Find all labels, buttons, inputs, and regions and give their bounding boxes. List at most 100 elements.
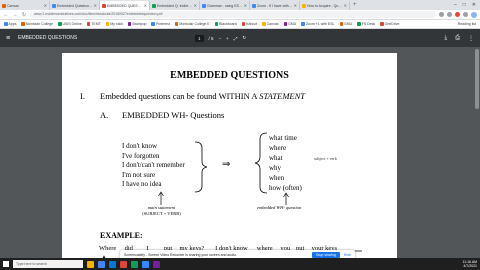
forward-button[interactable]: → [12, 12, 18, 18]
close-tab-icon[interactable]: ✕ [94, 3, 97, 8]
bookmark-item[interactable]: GMU [339, 22, 352, 26]
tab-strip: Canvas✕ Embedded Questions - Gramm✕ EMBE… [0, 0, 480, 10]
wh-word: when [269, 174, 285, 182]
extension-icon[interactable] [447, 12, 452, 17]
wh-word-list: what time where what why when how (often… [269, 133, 302, 193]
close-window-button[interactable]: ✕ [472, 1, 476, 10]
bookmark-label: OneDrive [384, 22, 400, 26]
window-controls: – □ ✕ [454, 1, 480, 10]
left-brace [194, 141, 208, 193]
bookmark-item[interactable]: Brainpop [127, 22, 146, 26]
taskbar-app-icon[interactable] [142, 260, 149, 268]
clock-date: 4/7/2021 [463, 264, 477, 268]
bookmark-item[interactable]: USIS Online [58, 22, 82, 26]
bookmark-item[interactable]: Montclair College E [174, 22, 210, 26]
close-tab-icon[interactable]: ✕ [194, 3, 197, 8]
close-tab-icon[interactable]: ✕ [294, 3, 297, 8]
bookmark-label: Montclair College [25, 22, 54, 26]
rotate-icon[interactable]: ↻ [242, 35, 246, 41]
address-bar[interactable]: www.2.esldemonstratives.com/doc/tiles/ha… [30, 11, 436, 18]
page-number-input[interactable]: 1 [195, 34, 204, 42]
canvas-favicon-icon [2, 3, 6, 8]
menu-icon[interactable]: ≡ [6, 35, 16, 42]
bookmark-item[interactable]: FS Desk [357, 22, 375, 26]
minimize-button[interactable]: – [454, 1, 457, 10]
close-tab-icon[interactable]: ✕ [144, 3, 147, 8]
wh-word: where [269, 144, 287, 152]
taskbar-app-icon[interactable] [87, 260, 94, 268]
hide-button[interactable]: Hide [344, 253, 351, 257]
bookmark-favicon-icon [58, 22, 62, 26]
fit-page-icon[interactable]: ⤢ [234, 36, 238, 41]
bookmark-label: Apps [8, 22, 17, 26]
wh-word: how (often) [269, 184, 302, 192]
bookmark-item[interactable]: Canvas [262, 22, 279, 26]
taskbar-app-icon[interactable] [109, 260, 116, 268]
page-favicon-icon [52, 3, 56, 8]
zoom-out-button[interactable]: − [219, 36, 222, 41]
system-tray-clock[interactable]: 11:16 AM 4/7/2021 [462, 260, 477, 268]
taskbar-app-icon[interactable] [98, 260, 105, 268]
bookmark-label: Canvas [266, 22, 279, 26]
bookmark-favicon-icon [4, 22, 8, 26]
tab-embedded-questions-pdf[interactable]: EMBEDDED QUESTIONS✕ [100, 1, 150, 10]
new-tab-button[interactable]: + [350, 1, 360, 10]
close-tab-icon[interactable]: ✕ [244, 3, 247, 8]
tab-canvas[interactable]: Canvas ✕ [0, 1, 50, 10]
embedded-question-caption: embedded WH- question [257, 205, 302, 210]
more-options-icon[interactable]: ⋮ [468, 35, 474, 42]
taskbar-app-icon[interactable] [131, 260, 138, 268]
print-icon[interactable]: ⎙ [455, 35, 460, 42]
screencastify-icon[interactable] [455, 12, 460, 17]
bookmark-item[interactable]: Pinterest [151, 22, 170, 26]
taskbar-app-icon[interactable] [153, 260, 160, 268]
wh-word: what time [269, 134, 297, 142]
windows-start-icon[interactable] [3, 261, 9, 267]
bookmark-item[interactable]: GMU [283, 22, 296, 26]
wh-word: why [269, 164, 282, 172]
bookmark-item[interactable]: Montclair College [21, 22, 53, 26]
bookmark-item[interactable]: Zoom +1 with ESL [301, 22, 335, 26]
wh-word: what [269, 154, 283, 162]
pdf-viewer[interactable]: EMBEDDED QUESTIONS I. Embedded questions… [0, 47, 480, 258]
bookmark-favicon-icon [283, 22, 288, 26]
bookmark-favicon-icon [105, 22, 110, 26]
close-tab-icon[interactable]: ✕ [44, 3, 47, 8]
scrollbar-thumb[interactable] [475, 49, 479, 109]
close-tab-icon[interactable]: ✕ [344, 3, 347, 8]
profile-avatar[interactable] [471, 11, 477, 18]
bookmark-item[interactable]: Kahoot [241, 22, 257, 26]
bookmark-favicon-icon [301, 22, 305, 26]
bookmark-favicon-icon [174, 22, 179, 26]
page-favicon-icon [152, 3, 156, 8]
example-label: EXAMPLE: [100, 231, 143, 240]
zoom-in-button[interactable]: + [226, 36, 229, 41]
bookmark-label: Blackboard [219, 22, 237, 26]
bookmark-favicon-icon [151, 22, 155, 26]
tab-how-to-acquire[interactable]: How to Acquire - Questions✕ [300, 1, 350, 10]
pdf-favicon-icon [102, 3, 106, 8]
bookmark-item[interactable]: OneDrive [380, 22, 399, 26]
bookmark-label: Pinterest [155, 22, 170, 26]
taskbar-apps [87, 260, 160, 268]
download-icon[interactable]: ⤓ [445, 35, 448, 42]
bookmark-favicon-icon [339, 22, 344, 26]
tab-embedded-q-indirect[interactable]: Embedded Q: Indirect & Ob✕ [150, 1, 200, 10]
star-icon[interactable] [439, 12, 444, 17]
bookmark-item[interactable]: Apps [4, 22, 16, 26]
tab-grammar[interactable]: Grammar - using ESL/bigmacs✕ [200, 1, 250, 10]
bookmark-item[interactable]: Blackboard [214, 22, 237, 26]
taskbar-app-icon[interactable] [120, 260, 127, 268]
taskbar-search-input[interactable]: Type here to search [13, 260, 83, 268]
bookmark-item[interactable]: My stick [105, 22, 123, 26]
maximize-button[interactable]: □ [463, 1, 466, 10]
scrollbar[interactable] [475, 49, 479, 254]
tab-embedded-questions-gramm[interactable]: Embedded Questions - Gramm✕ [50, 1, 100, 10]
bookmark-item[interactable]: TEMT [86, 22, 101, 26]
puzzle-icon[interactable] [463, 12, 468, 17]
back-button[interactable]: ← [3, 12, 9, 18]
tab-zoom[interactable]: Zoom - If I have with you ✕ [250, 1, 300, 10]
page-favicon-icon [302, 3, 306, 8]
reading-list-button[interactable]: Reading list [458, 22, 476, 26]
reload-button[interactable]: ↻ [21, 12, 27, 18]
